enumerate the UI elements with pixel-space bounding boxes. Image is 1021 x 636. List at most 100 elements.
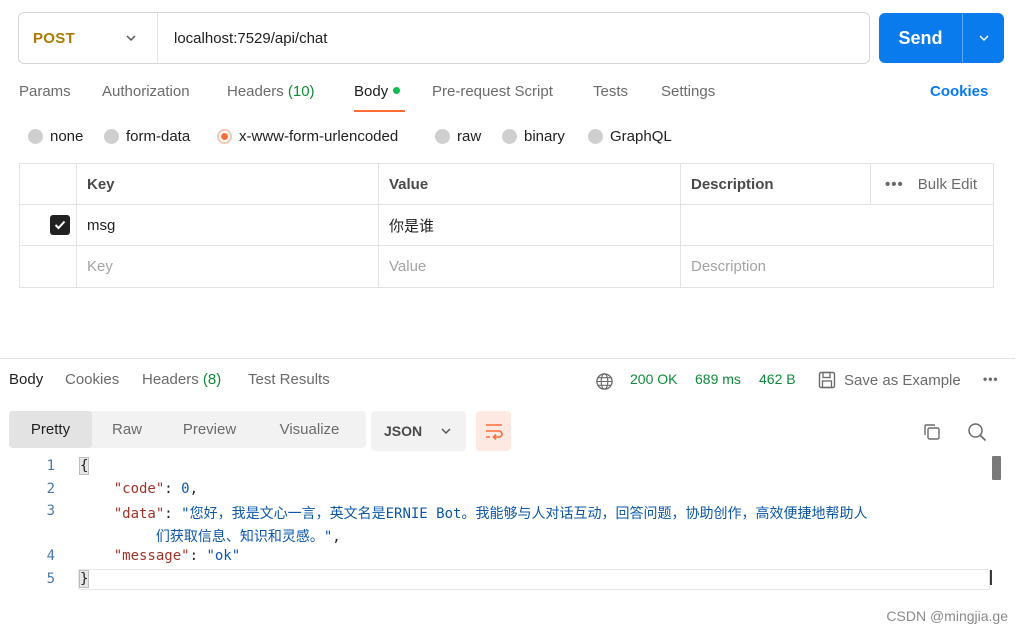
line-number: 2: [46, 481, 55, 497]
radio-raw[interactable]: raw: [435, 128, 481, 145]
radio-none[interactable]: none: [28, 128, 83, 145]
tab-body[interactable]: Body: [354, 83, 401, 100]
send-button-group: Send: [879, 13, 1004, 63]
cookies-link[interactable]: Cookies: [930, 83, 988, 100]
more-options-icon[interactable]: •••: [983, 372, 999, 386]
line-number: 4: [46, 548, 55, 564]
radio-circle-icon: [28, 129, 43, 144]
more-options-icon[interactable]: •••: [885, 176, 904, 193]
tab-body-label: Body: [354, 83, 389, 100]
radio-circle-icon: [588, 129, 603, 144]
check-icon: [54, 220, 66, 230]
chevron-down-icon: [126, 35, 136, 42]
radio-selected-icon: [217, 129, 232, 144]
tab-tests[interactable]: Tests: [593, 83, 628, 100]
json-key: "code": [113, 481, 165, 497]
tab-authorization[interactable]: Authorization: [102, 83, 190, 100]
tab-headers-label: Headers: [227, 83, 284, 100]
response-time[interactable]: 689 ms: [695, 371, 741, 387]
active-tab-underline: [354, 110, 405, 112]
bulk-edit-button[interactable]: Bulk Edit: [918, 176, 977, 193]
radio-label: GraphQL: [610, 128, 672, 145]
close-brace: }: [78, 570, 90, 588]
format-select[interactable]: JSON: [371, 411, 466, 451]
current-line-highlight: [78, 569, 990, 590]
json-value: "您好，我是文心一言，英文名是ERNIE Bot。我能够与人对话互动，回答问题，…: [181, 506, 868, 522]
new-value-input[interactable]: Value: [378, 246, 680, 287]
divider: [870, 164, 871, 204]
tab-headers[interactable]: Headers (10): [227, 83, 315, 100]
format-label: JSON: [384, 423, 423, 439]
code-line: "message": "ok": [113, 548, 241, 564]
table-header-row: Key Value Description ••• Bulk Edit: [20, 164, 993, 205]
radio-label: binary: [524, 128, 565, 145]
method-label: POST: [33, 29, 76, 47]
request-tabs: Params Authorization Headers (10) Body P…: [19, 83, 1004, 105]
radio-graphql[interactable]: GraphQL: [588, 128, 672, 145]
code-scrollbar[interactable]: [992, 456, 1001, 480]
copy-icon[interactable]: [921, 421, 943, 443]
save-icon: [818, 371, 836, 389]
radio-circle-icon: [104, 129, 119, 144]
bulk-edit-area: ••• Bulk Edit: [885, 164, 977, 204]
text-cursor-icon: I: [988, 566, 994, 590]
line-number: 5: [46, 571, 55, 587]
response-tab-body[interactable]: Body: [9, 371, 43, 388]
save-as-example-button[interactable]: Save as Example: [817, 370, 961, 390]
globe-icon[interactable]: [595, 372, 614, 391]
response-tab-test-results[interactable]: Test Results: [248, 371, 330, 388]
radio-circle-icon: [435, 129, 450, 144]
response-tab-cookies[interactable]: Cookies: [65, 371, 119, 388]
json-key: "data": [113, 506, 165, 522]
new-key-input[interactable]: Key: [76, 246, 378, 287]
column-header-value: Value: [378, 164, 680, 204]
param-value-cell[interactable]: 你是谁: [378, 205, 680, 245]
column-header-key: Key: [76, 164, 378, 204]
wrap-lines-button[interactable]: [476, 411, 511, 451]
response-size[interactable]: 462 B: [759, 371, 796, 387]
radio-circle-icon: [502, 129, 517, 144]
pane-divider[interactable]: [0, 358, 1015, 359]
radio-binary[interactable]: binary: [502, 128, 565, 145]
radio-label: raw: [457, 128, 482, 145]
view-preview[interactable]: Preview: [162, 411, 257, 448]
tab-params[interactable]: Params: [19, 83, 71, 100]
param-key-cell[interactable]: msg: [76, 205, 378, 245]
response-code-view[interactable]: I 1 2 3 4 5 { "code": 0, "data": "您好，我是文…: [0, 456, 1005, 596]
code-line: }: [78, 570, 90, 588]
radio-form-data[interactable]: form-data: [104, 128, 190, 145]
tab-headers-count: (10): [287, 83, 315, 100]
view-raw[interactable]: Raw: [92, 411, 162, 448]
view-pretty[interactable]: Pretty: [9, 411, 92, 448]
chevron-down-icon: [978, 35, 989, 42]
tab-settings[interactable]: Settings: [661, 83, 715, 100]
watermark: CSDN @mingjia.ge: [886, 608, 1008, 624]
line-number: 3: [46, 503, 55, 519]
code-line: {: [78, 457, 90, 475]
radio-label: x-www-form-urlencoded: [239, 128, 399, 145]
response-status[interactable]: 200 OK: [630, 371, 677, 387]
chevron-down-icon: [441, 428, 451, 435]
view-visualize[interactable]: Visualize: [257, 411, 362, 448]
response-tab-headers-count: (8): [202, 371, 222, 388]
params-table: Key Value Description ••• Bulk Edit msg …: [19, 163, 994, 288]
view-mode-selector: Pretty Raw Preview Visualize: [9, 411, 366, 448]
new-description-input[interactable]: Description: [680, 246, 993, 287]
response-tab-headers-label: Headers: [142, 371, 199, 388]
radio-label: form-data: [126, 128, 191, 145]
response-tab-headers[interactable]: Headers (8): [142, 371, 242, 388]
method-select[interactable]: POST: [19, 13, 158, 63]
send-button[interactable]: Send: [879, 13, 963, 63]
radio-label: none: [50, 128, 84, 145]
search-icon[interactable]: [966, 421, 988, 443]
table-row-new: Key Value Description: [20, 246, 993, 287]
json-value: "ok": [206, 548, 241, 564]
url-input[interactable]: localhost:7529/api/chat: [158, 30, 327, 47]
json-key: "message": [113, 548, 190, 564]
row-enabled-checkbox[interactable]: [50, 215, 70, 235]
param-description-cell[interactable]: [680, 205, 993, 245]
tab-pre-request-script[interactable]: Pre-request Script: [432, 83, 553, 100]
radio-x-www-form-urlencoded[interactable]: x-www-form-urlencoded: [217, 128, 398, 145]
send-options-button[interactable]: [963, 13, 1004, 63]
json-value: 0: [181, 481, 190, 497]
